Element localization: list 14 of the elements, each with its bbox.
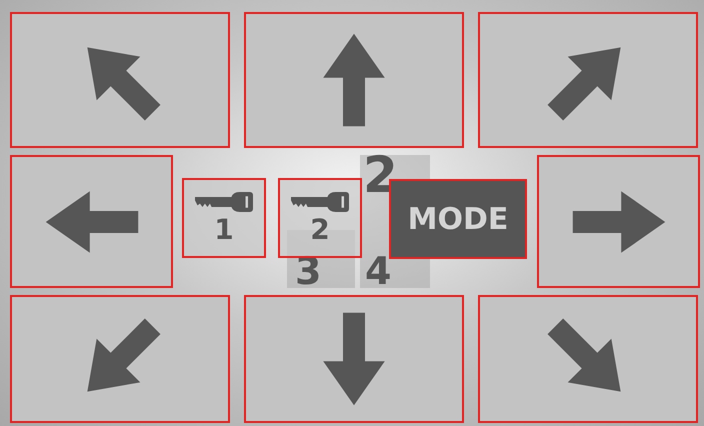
arrow-button[interactable] (478, 295, 698, 423)
mode-button[interactable]: MODE (389, 179, 527, 259)
arrow-button[interactable] (478, 12, 698, 148)
key-icon (291, 192, 349, 212)
arrow-button[interactable] (10, 155, 173, 288)
tile-number: 4 (365, 257, 392, 287)
arrow-button[interactable] (10, 12, 230, 148)
key-icon (195, 192, 253, 212)
arrow-button[interactable] (10, 295, 230, 423)
key-button[interactable]: 2 (278, 178, 362, 258)
arrow-button[interactable] (537, 155, 700, 288)
arrow-button[interactable] (244, 295, 464, 423)
key-button[interactable]: 1 (182, 178, 266, 258)
arrow-button[interactable] (244, 12, 464, 148)
